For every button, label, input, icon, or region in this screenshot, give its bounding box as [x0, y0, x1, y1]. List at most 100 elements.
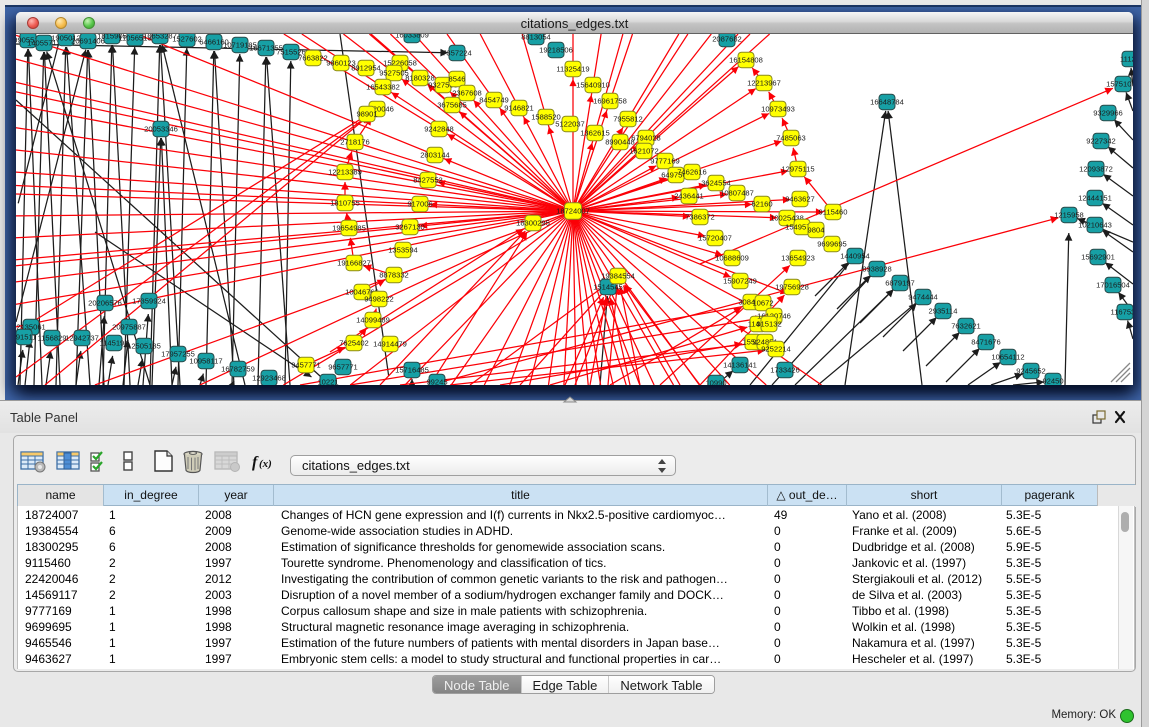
svg-text:2436441: 2436441 [674, 191, 704, 200]
svg-text:12213389: 12213389 [328, 167, 362, 176]
svg-text:7462616: 7462616 [677, 167, 707, 176]
svg-text:15640910: 15640910 [576, 80, 610, 89]
svg-text:8878332: 8878332 [379, 270, 409, 279]
svg-text:1215958: 1215958 [1054, 210, 1084, 219]
svg-text:15720407: 15720407 [698, 233, 732, 242]
svg-text:915132: 915132 [756, 319, 781, 328]
svg-text:8938928: 8938928 [862, 264, 892, 273]
svg-text:16543382: 16543382 [366, 82, 400, 91]
svg-text:(x): (x) [259, 458, 272, 470]
svg-text:9463627: 9463627 [785, 194, 815, 203]
svg-text:7625402: 7625402 [339, 338, 369, 347]
svg-text:9498222: 9498222 [364, 294, 394, 303]
svg-text:1733426: 1733426 [770, 365, 800, 374]
svg-text:2935114: 2935114 [929, 306, 958, 315]
svg-text:8912954: 8912954 [351, 63, 381, 72]
svg-text:10973493: 10973493 [761, 104, 795, 113]
svg-text:1353594: 1353594 [388, 245, 418, 254]
svg-text:2367608: 2367608 [452, 88, 482, 97]
svg-text:7357224: 7357224 [442, 48, 472, 57]
svg-text:11325419: 11325419 [556, 64, 589, 73]
svg-text:12923468: 12923468 [252, 373, 286, 382]
svg-text:10807487: 10807487 [720, 188, 754, 197]
svg-text:18300295: 18300295 [516, 218, 550, 227]
svg-text:16782759: 16782759 [221, 364, 255, 373]
svg-text:9457771: 9457771 [291, 360, 321, 369]
svg-text:18724007: 18724007 [556, 206, 590, 215]
svg-text:2718176: 2718176 [340, 137, 370, 146]
svg-text:12444151: 12444151 [1078, 193, 1112, 202]
svg-text:5122037: 5122037 [555, 119, 585, 128]
svg-text:12942737: 12942737 [65, 333, 99, 342]
svg-text:9115460: 9115460 [819, 207, 848, 216]
svg-text:917006: 917006 [407, 199, 432, 208]
svg-text:7955812: 7955812 [613, 114, 643, 123]
svg-text:10210643: 10210643 [1078, 220, 1112, 229]
svg-text:1167531: 1167531 [1111, 307, 1134, 316]
svg-text:12213967: 12213967 [747, 78, 781, 87]
svg-text:20206576: 20206576 [88, 298, 122, 307]
svg-text:13654923: 13654923 [781, 253, 815, 262]
svg-text:9146821: 9146821 [504, 103, 534, 112]
svg-text:9657771: 9657771 [328, 362, 358, 371]
svg-text:9242848: 9242848 [424, 124, 454, 133]
svg-text:14136141: 14136141 [723, 360, 757, 369]
svg-text:15907249: 15907249 [723, 276, 757, 285]
svg-text:98901: 98901 [356, 109, 377, 118]
svg-text:1362615: 1362615 [580, 128, 610, 137]
svg-text:17359924: 17359924 [132, 296, 166, 305]
svg-text:14914479: 14914479 [373, 339, 407, 348]
svg-text:20053346: 20053346 [144, 124, 178, 133]
svg-text:10221: 10221 [317, 377, 338, 385]
svg-text:9329966: 9329966 [1093, 108, 1123, 117]
svg-text:10672: 10672 [752, 298, 773, 307]
svg-text:15751074: 15751074 [1106, 79, 1133, 88]
svg-text:12975115: 12975115 [781, 164, 814, 173]
svg-text:17016504: 17016504 [1096, 280, 1130, 289]
svg-text:1440954: 1440954 [840, 251, 870, 260]
svg-text:9245652: 9245652 [1016, 366, 1046, 375]
svg-text:7663822: 7663822 [298, 53, 328, 62]
svg-text:f: f [252, 454, 259, 471]
svg-text:8471676: 8471676 [971, 337, 1001, 346]
svg-text:1156829: 1156829 [38, 333, 67, 342]
svg-text:15692901: 15692901 [1081, 252, 1115, 261]
svg-text:16648784: 16648784 [870, 97, 904, 106]
svg-text:8546: 8546 [449, 74, 466, 83]
svg-text:2803144: 2803144 [420, 150, 450, 159]
svg-text:19166827: 19166827 [337, 258, 371, 267]
svg-text:12505135: 12505135 [127, 341, 161, 350]
svg-text:7632621: 7632621 [951, 321, 981, 330]
svg-text:16154808: 16154808 [729, 55, 763, 64]
svg-text:9777169: 9777169 [650, 156, 680, 165]
svg-text:1810755: 1810755 [330, 198, 360, 207]
svg-text:62160: 62160 [751, 199, 772, 208]
svg-text:9474444: 9474444 [908, 292, 938, 301]
svg-text:15716485: 15716485 [395, 365, 429, 374]
svg-text:3624554: 3624554 [701, 178, 731, 187]
svg-text:92450: 92450 [1042, 376, 1063, 385]
svg-text:9699695: 9699695 [817, 239, 847, 248]
svg-text:19654985: 19654985 [332, 223, 366, 232]
svg-text:1527602: 1527602 [172, 34, 202, 43]
svg-text:1621072: 1621072 [629, 146, 659, 155]
svg-text:9227342: 9227342 [1086, 136, 1116, 145]
svg-text:12093872: 12093872 [1079, 164, 1113, 173]
svg-text:391511: 391511 [16, 332, 36, 341]
svg-text:3675685: 3675685 [437, 100, 467, 109]
svg-text:9252214: 9252214 [761, 344, 791, 353]
svg-text:10688609: 10688609 [715, 253, 749, 262]
svg-text:6879197: 6879197 [885, 278, 915, 287]
svg-text:14099489: 14099489 [356, 315, 390, 324]
svg-text:19218506: 19218506 [539, 45, 573, 54]
svg-text:6794028: 6794028 [631, 133, 661, 142]
svg-text:10958117: 10958117 [189, 356, 222, 365]
svg-text:8427552: 8427552 [413, 175, 443, 184]
svg-text:10990: 10990 [705, 378, 726, 385]
svg-text:7386372: 7386372 [685, 212, 715, 221]
svg-text:2087682: 2087682 [712, 34, 742, 43]
svg-text:20975887: 20975887 [112, 322, 146, 331]
svg-text:16961758: 16961758 [593, 96, 627, 105]
svg-text:8813054: 8813054 [521, 34, 551, 41]
svg-text:11121: 11121 [1120, 54, 1133, 63]
